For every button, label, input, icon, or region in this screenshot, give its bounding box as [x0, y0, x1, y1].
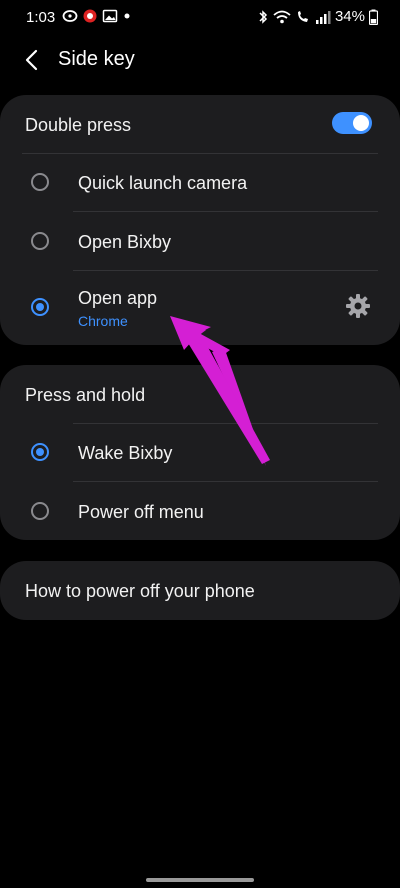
selected-app-label: Chrome: [78, 313, 128, 329]
wifi-icon: [273, 10, 291, 23]
battery-icon: [369, 9, 378, 25]
press-and-hold-label: Press and hold: [25, 385, 146, 405]
option-label: Wake Bixby: [78, 443, 173, 463]
double-press-card: Double press Quick launch camera Open Bi…: [0, 95, 400, 345]
status-bar: 1:03 34%: [0, 0, 400, 34]
option-label: Open app: [78, 288, 158, 308]
radio-open-app[interactable]: [31, 298, 49, 316]
option-power-off-menu[interactable]: Power off menu: [0, 482, 400, 540]
dot-icon: [124, 13, 130, 19]
wifi-call-icon: [297, 10, 308, 22]
how-to-power-off-link[interactable]: How to power off your phone: [25, 581, 255, 602]
press-and-hold-header: Press and hold: [0, 365, 400, 423]
option-label: Open Bixby: [78, 232, 172, 252]
app-bar: Side key: [0, 38, 400, 80]
gallery-icon: [102, 9, 118, 23]
double-press-label: Double press: [25, 115, 132, 135]
status-right-icons: 34%: [257, 8, 378, 25]
option-wake-bixby[interactable]: Wake Bixby: [0, 424, 400, 482]
option-open-app[interactable]: Open app Chrome: [0, 271, 400, 345]
radio-quick-launch-camera[interactable]: [31, 173, 49, 191]
press-and-hold-card: Press and hold Wake Bixby Power off menu: [0, 365, 400, 540]
option-label: Power off menu: [78, 502, 204, 522]
page-title: Side key: [58, 48, 135, 70]
home-indicator[interactable]: [146, 878, 254, 882]
status-time: 1:03: [26, 9, 56, 26]
bluetooth-icon: [259, 9, 268, 24]
how-to-power-off-card[interactable]: How to power off your phone: [0, 561, 400, 620]
option-quick-launch-camera[interactable]: Quick launch camera: [0, 154, 400, 212]
gear-icon[interactable]: [344, 292, 372, 320]
option-open-bixby[interactable]: Open Bixby: [0, 212, 400, 270]
chevron-left-icon[interactable]: [18, 46, 46, 74]
radio-power-off-menu[interactable]: [31, 502, 49, 520]
option-label: Quick launch camera: [78, 173, 248, 193]
radio-wake-bixby[interactable]: [31, 443, 49, 461]
signal-icon: [315, 10, 331, 24]
status-left-icons: [62, 8, 132, 24]
radio-open-bixby[interactable]: [31, 232, 49, 250]
double-press-toggle[interactable]: [332, 112, 372, 134]
double-press-toggle-row[interactable]: Double press: [0, 95, 400, 153]
record-icon: [83, 9, 97, 23]
battery-percent: 34%: [334, 8, 365, 25]
lastpass-icon: [62, 10, 78, 22]
